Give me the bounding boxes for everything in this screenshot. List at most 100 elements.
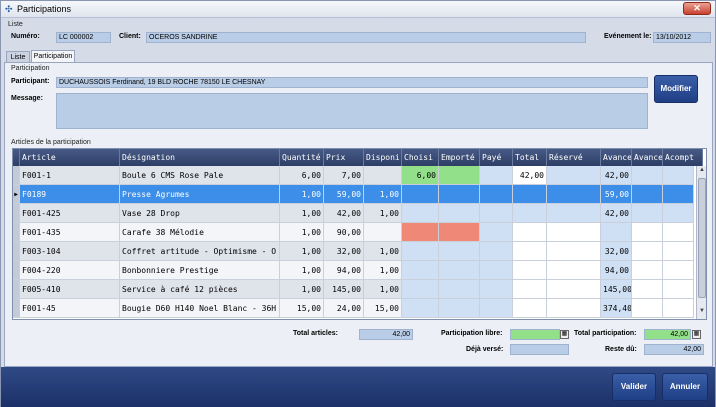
client-field[interactable]: OCEROS SANDRINE [146, 32, 586, 43]
cell-choisi[interactable] [402, 280, 439, 299]
cell-disponi[interactable]: 1,00 [364, 280, 402, 299]
cell-total[interactable] [513, 185, 547, 204]
col-paye[interactable]: Payé [480, 149, 513, 166]
close-button[interactable]: ✕ [683, 2, 711, 15]
cell-designation[interactable]: Carafe 38 Mélodie [120, 223, 280, 242]
cell-quantite[interactable]: 15,00 [280, 299, 324, 318]
valider-button[interactable]: Valider [612, 373, 656, 401]
cell-reserve[interactable] [547, 223, 601, 242]
row-selector[interactable]: ▶ [13, 185, 20, 204]
cell-designation[interactable]: Coffret artitude - Optimisme - O [120, 242, 280, 261]
cell-emporte[interactable] [439, 261, 480, 280]
cell-reserve[interactable] [547, 185, 601, 204]
cell-emporte[interactable] [439, 223, 480, 242]
cell-emporte[interactable] [439, 280, 480, 299]
cell-choisi[interactable] [402, 185, 439, 204]
cell-paye[interactable] [480, 242, 513, 261]
cell-reserve[interactable] [547, 242, 601, 261]
cell-avance2[interactable] [632, 185, 663, 204]
cell-quantite[interactable]: 1,00 [280, 204, 324, 223]
cell-avance[interactable]: 42,00 [601, 166, 632, 185]
cell-avance[interactable]: 145,00 [601, 280, 632, 299]
cell-emporte[interactable] [439, 166, 480, 185]
cell-disponi[interactable]: 15,00 [364, 299, 402, 318]
col-quantite[interactable]: Quantité [280, 149, 324, 166]
table-row[interactable]: F003-104 Coffret artitude - Optimisme - O… [13, 242, 694, 261]
cell-designation[interactable]: Bougie D60 H140 Noel Blanc - 36H [120, 299, 280, 318]
cell-designation[interactable]: Service à café 12 pièces [120, 280, 280, 299]
cell-avance2[interactable] [632, 280, 663, 299]
cell-paye[interactable] [480, 261, 513, 280]
cell-choisi[interactable] [402, 242, 439, 261]
cell-quantite[interactable]: 1,00 [280, 223, 324, 242]
cell-prix[interactable]: 7,00 [324, 166, 364, 185]
cell-prix[interactable]: 59,00 [324, 185, 364, 204]
row-selector[interactable] [13, 261, 20, 280]
cell-emporte[interactable] [439, 185, 480, 204]
table-row[interactable]: F001-425 Vase 28 Drop 1,00 42,00 1,00 42,00 [13, 204, 694, 223]
annuler-button[interactable]: Annuler [662, 373, 708, 401]
cell-total[interactable]: 42,00 [513, 166, 547, 185]
cell-acompte[interactable] [663, 223, 694, 242]
cell-prix[interactable]: 24,00 [324, 299, 364, 318]
cell-acompte[interactable] [663, 299, 694, 318]
scroll-thumb[interactable] [698, 178, 706, 298]
cell-total[interactable] [513, 204, 547, 223]
cell-acompte[interactable] [663, 261, 694, 280]
row-selector[interactable] [13, 242, 20, 261]
cell-avance2[interactable] [632, 204, 663, 223]
cell-prix[interactable]: 145,00 [324, 280, 364, 299]
row-selector[interactable] [13, 280, 20, 299]
cell-article[interactable]: F003-104 [20, 242, 120, 261]
cell-acompte[interactable] [663, 166, 694, 185]
cell-quantite[interactable]: 1,00 [280, 185, 324, 204]
col-avance[interactable]: Avance [601, 149, 632, 166]
scroll-down-icon[interactable]: ▼ [698, 308, 706, 318]
calculator-icon-2[interactable]: ▦ [692, 330, 701, 339]
cell-article[interactable]: F004-220 [20, 261, 120, 280]
message-field[interactable] [56, 93, 648, 129]
col-designation[interactable]: Désignation [120, 149, 280, 166]
cell-article[interactable]: F001-435 [20, 223, 120, 242]
row-selector[interactable] [13, 204, 20, 223]
cell-avance[interactable]: 374,40 [601, 299, 632, 318]
scroll-up-icon[interactable]: ▲ [698, 167, 706, 177]
numero-field[interactable]: LC 000002 [56, 32, 111, 43]
cell-disponi[interactable] [364, 166, 402, 185]
col-reserve[interactable]: Réservé [547, 149, 601, 166]
cell-paye[interactable] [480, 204, 513, 223]
calculator-icon[interactable]: ▦ [560, 330, 569, 339]
cell-avance2[interactable] [632, 261, 663, 280]
cell-paye[interactable] [480, 185, 513, 204]
cell-avance[interactable]: 32,00 [601, 242, 632, 261]
cell-choisi[interactable]: 6,00 [402, 166, 439, 185]
cell-choisi[interactable] [402, 204, 439, 223]
cell-designation[interactable]: Vase 28 Drop [120, 204, 280, 223]
cell-total[interactable] [513, 261, 547, 280]
table-row[interactable]: F004-220 Bonbonniere Prestige 1,00 94,00 1,0… [13, 261, 694, 280]
cell-choisi[interactable] [402, 299, 439, 318]
col-choisi[interactable]: Choisi [402, 149, 439, 166]
cell-emporte[interactable] [439, 299, 480, 318]
cell-avance[interactable]: 42,00 [601, 204, 632, 223]
cell-choisi[interactable] [402, 261, 439, 280]
cell-paye[interactable] [480, 166, 513, 185]
table-row[interactable]: F001-1 Boule 6 CMS Rose Pale 6,00 7,00 6,00 4… [13, 166, 694, 185]
cell-paye[interactable] [480, 280, 513, 299]
cell-quantite[interactable]: 1,00 [280, 280, 324, 299]
cell-prix[interactable]: 94,00 [324, 261, 364, 280]
cell-prix[interactable]: 32,00 [324, 242, 364, 261]
cell-choisi[interactable] [402, 223, 439, 242]
evenement-field[interactable]: 13/10/2012 [653, 32, 711, 43]
participant-field[interactable]: DUCHAUSSOIS Ferdinand, 19 BLD ROCHE 7815… [56, 77, 648, 88]
cell-article[interactable]: F001-425 [20, 204, 120, 223]
col-prix[interactable]: Prix [324, 149, 364, 166]
cell-paye[interactable] [480, 299, 513, 318]
cell-designation[interactable]: Presse Agrumes [120, 185, 280, 204]
cell-article[interactable]: F001-1 [20, 166, 120, 185]
cell-avance2[interactable] [632, 242, 663, 261]
cell-total[interactable] [513, 223, 547, 242]
cell-article[interactable]: F0189 [20, 185, 120, 204]
table-row[interactable]: F001-45 Bougie D60 H140 Noel Blanc - 36H 1… [13, 299, 694, 318]
cell-emporte[interactable] [439, 204, 480, 223]
